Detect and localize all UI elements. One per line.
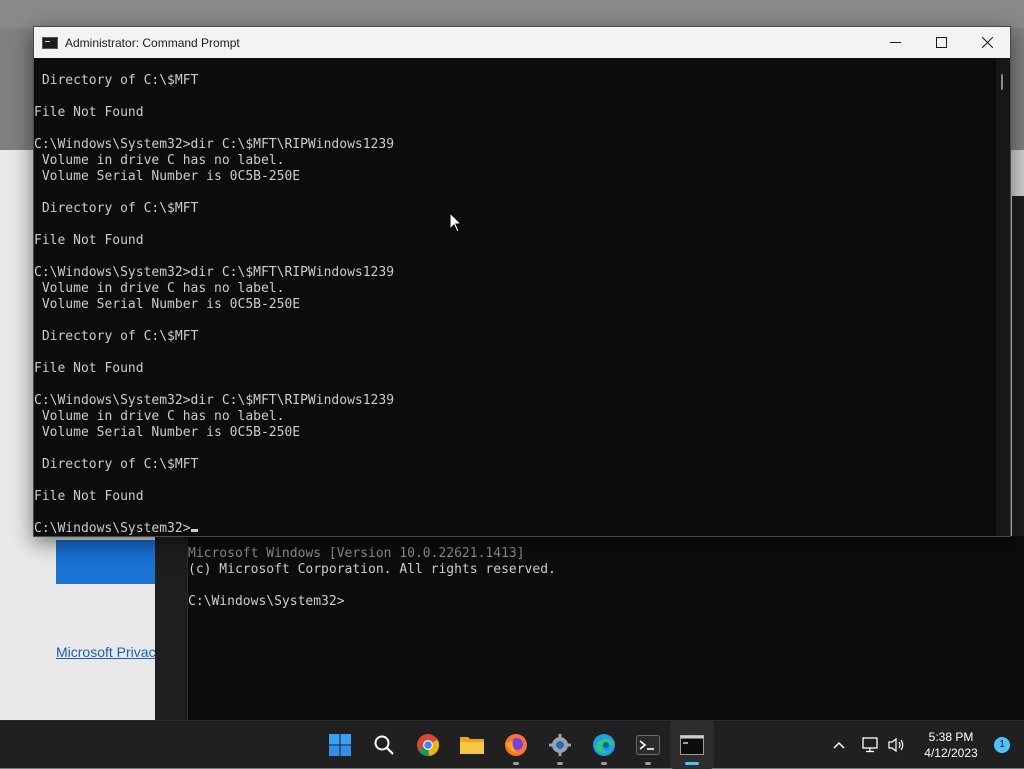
show-hidden-icons-button[interactable] <box>826 721 852 769</box>
vertical-scrollbar[interactable] <box>996 58 1010 536</box>
minimize-button[interactable] <box>872 27 918 58</box>
console-line: Volume Serial Number is 0C5B-250E <box>34 425 301 440</box>
desktop-top-strip <box>0 0 1024 28</box>
terminal-icon <box>636 735 660 755</box>
file-explorer-button[interactable] <box>450 721 494 769</box>
command-prompt-taskbar-button[interactable] <box>670 721 714 769</box>
edge-button[interactable] <box>582 721 626 769</box>
chrome-button[interactable] <box>406 721 450 769</box>
command-prompt-window[interactable]: Administrator: Command Prompt Directory … <box>33 26 1011 537</box>
maximize-button[interactable] <box>918 27 964 58</box>
volume-icon <box>888 737 904 753</box>
running-indicator <box>513 762 519 765</box>
edge-icon <box>593 734 615 756</box>
volume-button[interactable] <box>884 721 910 769</box>
background-console-window[interactable]: Microsoft Windows [Version 10.0.22621.14… <box>155 536 1024 720</box>
mouse-pointer-icon <box>449 212 463 233</box>
console-line: Directory of C:\$MFT <box>34 73 199 88</box>
firefox-button[interactable] <box>494 721 538 769</box>
background-console-text: Microsoft Windows [Version 10.0.22621.14… <box>188 546 556 610</box>
firefox-icon <box>505 734 527 756</box>
file-explorer-icon <box>460 737 484 754</box>
privacy-link[interactable]: Microsoft Privac <box>56 644 156 660</box>
console-line: Volume in drive C has no label. <box>34 281 285 296</box>
window-title: Administrator: Command Prompt <box>65 35 240 50</box>
search-icon <box>374 735 394 755</box>
scrollbar-thumb[interactable] <box>1001 74 1003 90</box>
console-line: Directory of C:\$MFT <box>34 457 199 472</box>
console-text: Directory of C:\$MFT File Not Found C:\W… <box>34 73 394 536</box>
taskbar: 5:38 PM 4/12/2023 1 <box>0 720 1024 769</box>
console-line: Directory of C:\$MFT <box>34 329 199 344</box>
console-output[interactable]: Directory of C:\$MFT File Not Found C:\W… <box>34 58 996 536</box>
minimize-icon <box>889 42 901 43</box>
cmd-app-icon <box>42 36 58 49</box>
title-bar[interactable]: Administrator: Command Prompt <box>34 27 1010 58</box>
console-line: Volume Serial Number is 0C5B-250E <box>34 297 301 312</box>
console-line: Volume Serial Number is 0C5B-250E <box>34 169 301 184</box>
clock-time: 5:38 PM <box>928 730 974 744</box>
console-line: File Not Found <box>34 233 144 248</box>
network-icon <box>862 737 878 753</box>
console-line: C:\Windows\System32>dir C:\$MFT\RIPWindo… <box>34 137 395 152</box>
console-prompt-line: C:\Windows\System32> <box>188 594 345 609</box>
close-icon <box>981 37 993 48</box>
console-line: C:\Windows\System32>dir C:\$MFT\RIPWindo… <box>34 265 395 280</box>
close-button[interactable] <box>964 27 1010 58</box>
chrome-icon <box>417 734 440 757</box>
clock[interactable]: 5:38 PM 4/12/2023 <box>914 729 988 761</box>
running-indicator <box>645 762 651 765</box>
console-copyright-line: (c) Microsoft Corporation. All rights re… <box>188 562 556 577</box>
console-prompt: C:\Windows\System32> <box>34 521 191 536</box>
console-line: File Not Found <box>34 105 144 120</box>
console-line: Volume in drive C has no label. <box>34 153 285 168</box>
network-button[interactable] <box>858 721 884 769</box>
taskbar-apps <box>318 721 714 769</box>
console-line: C:\Windows\System32>dir C:\$MFT\RIPWindo… <box>34 393 395 408</box>
start-button[interactable] <box>318 721 362 769</box>
chevron-up-icon <box>833 741 845 749</box>
start-icon <box>329 734 351 756</box>
settings-icon <box>549 734 571 756</box>
console-version-line: Microsoft Windows [Version 10.0.22621.14… <box>188 546 525 561</box>
clock-date: 4/12/2023 <box>924 746 978 760</box>
console-line: Volume in drive C has no label. <box>34 409 285 424</box>
terminal-button[interactable] <box>626 721 670 769</box>
notification-badge[interactable]: 1 <box>994 737 1010 753</box>
running-indicator <box>601 762 607 765</box>
console-line: Directory of C:\$MFT <box>34 201 199 216</box>
console-line: File Not Found <box>34 361 144 376</box>
search-button[interactable] <box>362 721 406 769</box>
system-tray: 5:38 PM 4/12/2023 1 <box>826 721 1024 769</box>
command-prompt-icon <box>680 735 704 755</box>
active-indicator <box>685 762 699 765</box>
window-controls <box>872 27 1010 58</box>
settings-button[interactable] <box>538 721 582 769</box>
text-cursor <box>190 529 198 532</box>
console-line: File Not Found <box>34 489 144 504</box>
running-indicator <box>557 762 563 765</box>
maximize-icon <box>935 37 947 48</box>
